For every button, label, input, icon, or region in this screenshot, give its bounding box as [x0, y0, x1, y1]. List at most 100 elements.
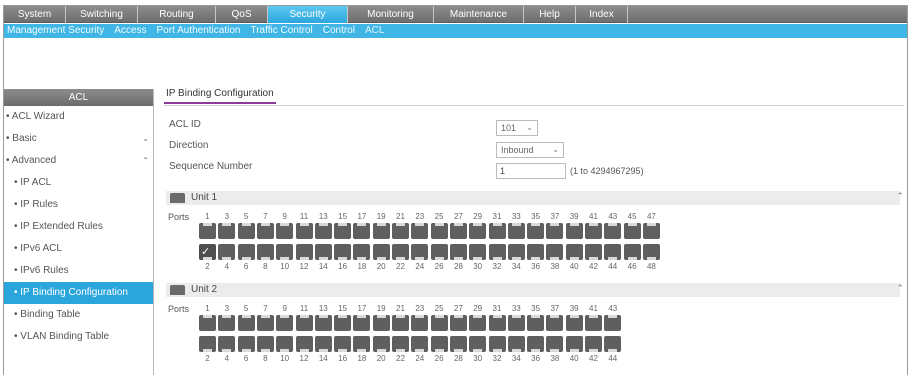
port-45-checkbox[interactable] — [623, 223, 641, 239]
subnav-item-acl[interactable]: ACL — [365, 24, 384, 38]
port-13-checkbox[interactable] — [314, 223, 332, 239]
sidebar-item-ipv6-rules[interactable]: • IPv6 Rules — [4, 260, 153, 282]
port-8-checkbox[interactable] — [256, 244, 274, 260]
port-27-checkbox[interactable] — [449, 315, 467, 331]
port-6-checkbox[interactable] — [237, 336, 255, 352]
port-39-checkbox[interactable] — [565, 223, 583, 239]
port-44-checkbox[interactable] — [604, 244, 622, 260]
port-40-checkbox[interactable] — [565, 336, 583, 352]
port-14-checkbox[interactable] — [314, 244, 332, 260]
port-29-checkbox[interactable] — [469, 223, 487, 239]
port-1-checkbox[interactable] — [199, 315, 216, 331]
sequence-number-input[interactable]: 1 — [496, 163, 566, 179]
port-4-checkbox[interactable] — [218, 244, 236, 260]
port-23-checkbox[interactable] — [411, 315, 429, 331]
port-11-checkbox[interactable] — [295, 223, 313, 239]
sidebar-item-ipv6-acl[interactable]: • IPv6 ACL — [4, 238, 153, 260]
direction-select[interactable]: Inbound ⌄ — [496, 142, 564, 158]
port-25-checkbox[interactable] — [430, 315, 448, 331]
port-47-checkbox[interactable] — [642, 223, 660, 239]
port-19-checkbox[interactable] — [372, 315, 390, 331]
port-21-checkbox[interactable] — [392, 223, 409, 239]
port-5-checkbox[interactable] — [237, 223, 255, 239]
port-43-checkbox[interactable] — [604, 315, 622, 331]
port-41-checkbox[interactable] — [585, 223, 602, 239]
port-16-checkbox[interactable] — [334, 336, 352, 352]
nav-item-help[interactable]: Help — [524, 6, 576, 23]
port-15-checkbox[interactable] — [334, 223, 352, 239]
port-18-checkbox[interactable] — [353, 244, 371, 260]
chevron-up-icon[interactable]: ⌃ — [896, 191, 904, 202]
port-2-checkbox[interactable] — [199, 336, 216, 352]
nav-item-system[interactable]: System — [4, 6, 66, 23]
port-22-checkbox[interactable] — [392, 244, 409, 260]
port-17-checkbox[interactable] — [353, 315, 371, 331]
port-34-checkbox[interactable] — [507, 244, 525, 260]
nav-item-security[interactable]: Security — [268, 6, 348, 23]
subnav-item-access[interactable]: Access — [114, 24, 146, 38]
port-31-checkbox[interactable] — [488, 315, 506, 331]
port-4-checkbox[interactable] — [218, 336, 236, 352]
unit-header[interactable]: Unit 2 ⌃ — [166, 283, 904, 297]
port-30-checkbox[interactable] — [469, 336, 487, 352]
port-7-checkbox[interactable] — [256, 223, 274, 239]
port-2-checkbox[interactable]: ✓ — [199, 244, 216, 260]
port-13-checkbox[interactable] — [314, 315, 332, 331]
nav-item-switching[interactable]: Switching — [66, 6, 138, 23]
port-33-checkbox[interactable] — [507, 315, 525, 331]
subnav-item-control[interactable]: Control — [323, 24, 355, 38]
port-8-checkbox[interactable] — [256, 336, 274, 352]
port-3-checkbox[interactable] — [218, 223, 236, 239]
subnav-item-traffic-control[interactable]: Traffic Control — [250, 24, 312, 38]
port-42-checkbox[interactable] — [585, 336, 602, 352]
port-38-checkbox[interactable] — [546, 244, 564, 260]
sidebar-item-binding-table[interactable]: • Binding Table — [4, 304, 153, 326]
port-44-checkbox[interactable] — [604, 336, 622, 352]
port-17-checkbox[interactable] — [353, 223, 371, 239]
port-34-checkbox[interactable] — [507, 336, 525, 352]
port-29-checkbox[interactable] — [469, 315, 487, 331]
chevron-down-icon[interactable]: ⌄ — [142, 128, 149, 150]
port-35-checkbox[interactable] — [527, 315, 545, 331]
chevron-up-icon[interactable]: ⌃ — [896, 283, 904, 294]
port-26-checkbox[interactable] — [430, 336, 448, 352]
subnav-item-management-security[interactable]: Management Security — [7, 24, 104, 38]
port-24-checkbox[interactable] — [411, 244, 429, 260]
port-48-checkbox[interactable] — [642, 244, 660, 260]
sidebar-item-acl-wizard[interactable]: • ACL Wizard — [4, 106, 153, 128]
port-24-checkbox[interactable] — [411, 336, 429, 352]
port-39-checkbox[interactable] — [565, 315, 583, 331]
subnav-item-port-authentication[interactable]: Port Authentication — [157, 24, 241, 38]
port-26-checkbox[interactable] — [430, 244, 448, 260]
port-20-checkbox[interactable] — [372, 244, 390, 260]
port-9-checkbox[interactable] — [276, 223, 294, 239]
port-37-checkbox[interactable] — [546, 315, 564, 331]
port-35-checkbox[interactable] — [527, 223, 545, 239]
port-23-checkbox[interactable] — [411, 223, 429, 239]
port-32-checkbox[interactable] — [488, 244, 506, 260]
port-6-checkbox[interactable] — [237, 244, 255, 260]
port-12-checkbox[interactable] — [295, 336, 313, 352]
unit-header[interactable]: Unit 1 ⌃ — [166, 191, 904, 205]
port-22-checkbox[interactable] — [392, 336, 409, 352]
port-28-checkbox[interactable] — [449, 336, 467, 352]
sidebar-item-advanced[interactable]: • Advanced ⌃ — [4, 150, 153, 172]
sidebar-item-ip-acl[interactable]: • IP ACL — [4, 172, 153, 194]
chevron-up-icon[interactable]: ⌃ — [142, 150, 149, 172]
tab-ip-binding-configuration[interactable]: IP Binding Configuration — [164, 86, 276, 104]
port-37-checkbox[interactable] — [546, 223, 564, 239]
port-7-checkbox[interactable] — [256, 315, 274, 331]
sidebar-item-vlan-binding-table[interactable]: • VLAN Binding Table — [4, 326, 153, 348]
port-9-checkbox[interactable] — [276, 315, 294, 331]
port-20-checkbox[interactable] — [372, 336, 390, 352]
port-30-checkbox[interactable] — [469, 244, 487, 260]
port-10-checkbox[interactable] — [276, 336, 294, 352]
port-18-checkbox[interactable] — [353, 336, 371, 352]
port-25-checkbox[interactable] — [430, 223, 448, 239]
port-33-checkbox[interactable] — [507, 223, 525, 239]
port-36-checkbox[interactable] — [527, 244, 545, 260]
port-40-checkbox[interactable] — [565, 244, 583, 260]
port-19-checkbox[interactable] — [372, 223, 390, 239]
sidebar-item-basic[interactable]: • Basic ⌄ — [4, 128, 153, 150]
sidebar-item-ip-rules[interactable]: • IP Rules — [4, 194, 153, 216]
